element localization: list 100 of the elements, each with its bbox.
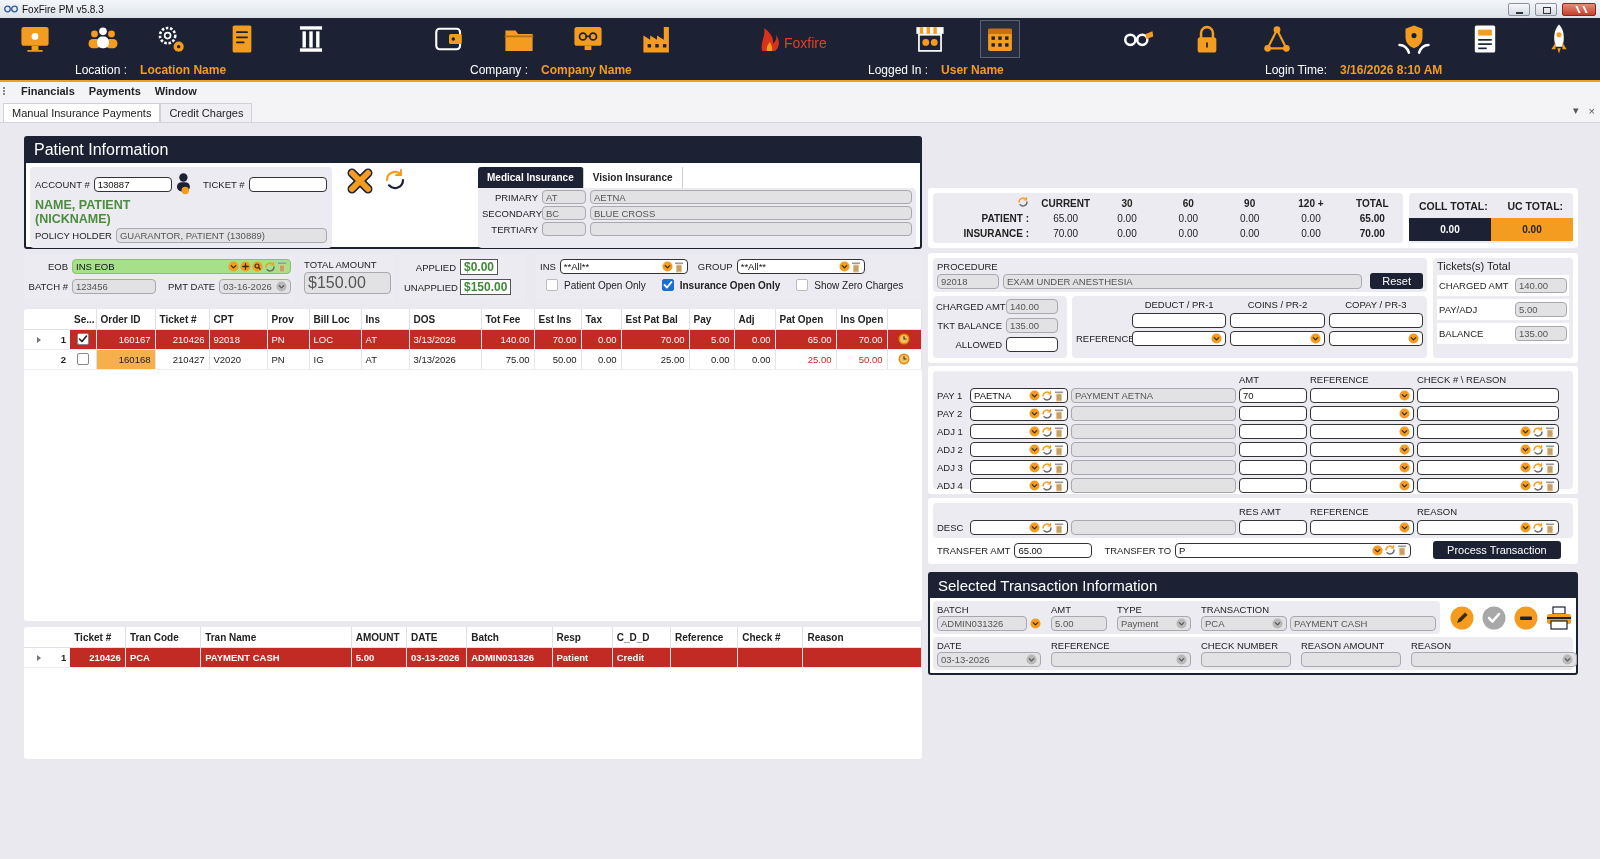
reference-dropdown[interactable] <box>1310 520 1414 535</box>
reference-dropdown[interactable] <box>1328 331 1423 346</box>
column-header[interactable]: Prov <box>267 309 309 330</box>
column-header[interactable]: Est Ins <box>534 309 581 330</box>
column-header[interactable]: Se... <box>70 309 96 330</box>
date-field[interactable]: 03-16-2026 <box>219 279 291 294</box>
reset-button[interactable]: Reset <box>1370 273 1423 289</box>
column-header[interactable]: Batch <box>466 627 552 648</box>
reference-dropdown[interactable] <box>1310 460 1414 475</box>
amount-field[interactable] <box>1230 313 1325 328</box>
description-field[interactable] <box>1071 406 1236 421</box>
column-header[interactable]: Tran Name <box>200 627 352 648</box>
transaction-code-dropdown[interactable]: PCA <box>1201 616 1287 631</box>
dropdown-icon[interactable] <box>1029 480 1040 491</box>
insurance-code-field[interactable]: AT <box>542 190 586 204</box>
column-header[interactable]: Reference <box>670 627 738 648</box>
insurance-name-field[interactable]: BLUE CROSS <box>590 206 912 220</box>
trash-icon[interactable] <box>1545 521 1555 534</box>
trash-icon[interactable] <box>1545 425 1555 438</box>
ticket-field[interactable] <box>248 176 327 192</box>
insurance-tab[interactable]: Medical Insurance <box>478 167 584 188</box>
dropdown-icon[interactable] <box>1029 462 1040 473</box>
column-header[interactable]: Order ID <box>96 309 155 330</box>
clock-icon[interactable] <box>898 332 911 345</box>
batch-field[interactable]: ADMIN031326 <box>937 616 1027 631</box>
dropdown-icon[interactable] <box>1030 618 1041 629</box>
search-icon[interactable] <box>252 261 263 272</box>
checkbox[interactable] <box>76 352 89 365</box>
column-header[interactable]: Tot Fee <box>481 309 534 330</box>
menu-item[interactable]: Window <box>154 85 197 97</box>
dropdown-icon[interactable] <box>1520 480 1531 491</box>
edit-icon[interactable] <box>1450 605 1474 630</box>
dropdown-icon[interactable] <box>1562 654 1573 665</box>
clock-icon[interactable] <box>898 352 911 365</box>
check-number-field[interactable] <box>1201 652 1291 667</box>
document-tab[interactable]: Manual Insurance Payments <box>3 103 161 122</box>
column-header[interactable]: Adj <box>734 309 775 330</box>
dropdown-icon[interactable] <box>1029 408 1040 419</box>
trash-icon[interactable] <box>1054 461 1064 474</box>
description-field[interactable] <box>1071 520 1236 535</box>
tab-control[interactable]: × <box>1583 105 1600 122</box>
reference-dropdown[interactable] <box>1310 424 1414 439</box>
amount-field[interactable] <box>1328 313 1423 328</box>
eob-field[interactable]: INS EOB <box>72 259 291 274</box>
amount-field[interactable]: 135.00 <box>1006 318 1058 333</box>
transaction-name-field[interactable]: PAYMENT CASH <box>1290 616 1436 631</box>
column-header[interactable]: Ticket # <box>155 309 209 330</box>
trash-icon[interactable] <box>1054 389 1064 402</box>
reference-dropdown[interactable] <box>1310 478 1414 493</box>
printer-icon[interactable] <box>1546 605 1572 630</box>
code-dropdown[interactable] <box>970 424 1068 439</box>
toolbar-button[interactable] <box>980 20 1020 58</box>
policy-holder-field[interactable]: GUARANTOR, PATIENT (130889) <box>115 228 327 243</box>
dropdown-icon[interactable] <box>1372 544 1384 556</box>
reference-dropdown[interactable] <box>1310 388 1414 403</box>
reason-dropdown[interactable] <box>1417 460 1559 475</box>
order-row[interactable]: 1 160167 210426 92018 PN LOC AT 3/13/2026 140.00 70.00 0.00 70.00 5.00 0.00 65.00 70.00 <box>24 329 922 350</box>
amount-field[interactable] <box>1239 424 1307 439</box>
column-header[interactable]: Bill Loc <box>309 309 361 330</box>
close-button[interactable] <box>1562 2 1596 16</box>
column-header[interactable]: Pat Open <box>775 309 836 330</box>
amount-field[interactable] <box>1006 337 1058 352</box>
column-header[interactable]: DATE <box>406 627 467 648</box>
group-dropdown[interactable]: **All** <box>736 259 865 274</box>
dropdown-icon[interactable] <box>838 261 850 272</box>
column-header[interactable]: C_D_D <box>612 627 671 648</box>
amount-field[interactable]: 70 <box>1239 388 1307 403</box>
menu-item[interactable]: Payments <box>88 85 141 97</box>
reference-dropdown[interactable] <box>1310 406 1414 421</box>
amount-field[interactable] <box>1239 460 1307 475</box>
column-header[interactable]: Ins <box>361 309 409 330</box>
checkbox-label[interactable]: Patient Open Only <box>564 279 646 291</box>
checkbox-label[interactable]: Insurance Open Only <box>679 279 781 291</box>
insurance-code-field[interactable] <box>542 222 586 236</box>
dropdown-icon[interactable] <box>1029 426 1040 437</box>
amount-field[interactable] <box>1239 406 1307 421</box>
close-icon[interactable] <box>346 167 374 195</box>
tab-control[interactable]: ▾ <box>1567 104 1584 122</box>
amount-field[interactable] <box>1132 313 1227 328</box>
reason-dropdown[interactable] <box>1417 520 1559 535</box>
column-header[interactable]: Tran Code <box>125 627 201 648</box>
dropdown-icon[interactable] <box>1399 426 1410 437</box>
column-header[interactable]: Ticket # <box>70 627 126 648</box>
dropdown-icon[interactable] <box>1026 654 1037 665</box>
dropdown-icon[interactable] <box>1272 618 1283 629</box>
column-header[interactable]: Est Pat Bal <box>621 309 689 330</box>
dropdown-icon[interactable] <box>1520 522 1531 533</box>
dropdown-icon[interactable] <box>1176 654 1187 665</box>
insurance-code-field[interactable]: BC <box>542 206 586 220</box>
column-header[interactable]: Ins Open <box>836 309 887 330</box>
column-header[interactable]: Reason <box>802 627 922 648</box>
code-dropdown[interactable] <box>970 520 1068 535</box>
dropdown-icon[interactable] <box>1029 444 1040 455</box>
date-dropdown[interactable]: 03-13-2026 <box>937 652 1041 667</box>
reason-amount-field[interactable] <box>1301 652 1401 667</box>
column-header[interactable]: Tax <box>581 309 621 330</box>
process-transaction-button[interactable]: Process Transaction <box>1433 541 1561 559</box>
dropdown-icon[interactable] <box>1520 426 1531 437</box>
reference-dropdown[interactable] <box>1310 442 1414 457</box>
dropdown-icon[interactable] <box>1399 408 1410 419</box>
